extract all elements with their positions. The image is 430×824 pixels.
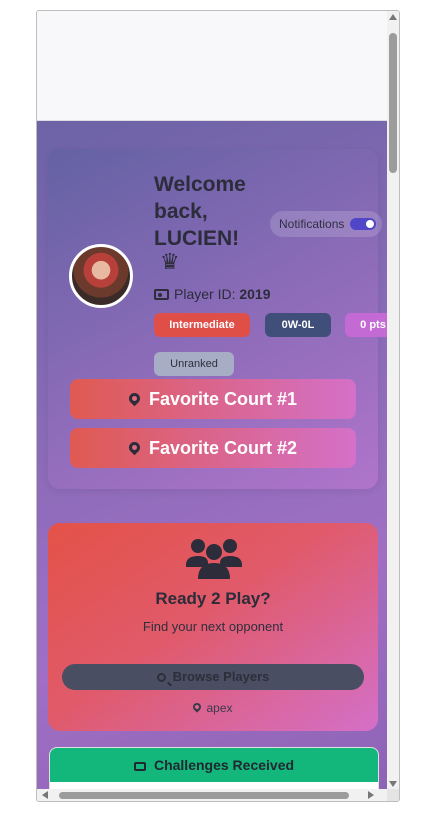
scroll-right-icon[interactable] <box>368 791 374 799</box>
level-badge: Intermediate <box>154 313 250 337</box>
crown-icon: ♛ <box>160 249 180 274</box>
rank-badge: Unranked <box>154 352 234 376</box>
player-id-label: Player ID: <box>174 286 236 302</box>
ready-subtitle: Find your next opponent <box>142 619 284 634</box>
notifications-label: Notifications <box>279 217 345 231</box>
vertical-scroll-thumb[interactable] <box>389 33 397 173</box>
challenges-card: Challenges Received <box>49 747 379 791</box>
map-pin-icon <box>126 390 143 407</box>
points-badge: 0 pts <box>345 313 389 337</box>
ready-title: Ready 2 Play? <box>155 589 271 608</box>
map-pin-icon <box>126 439 143 456</box>
scroll-up-icon[interactable] <box>389 14 397 20</box>
welcome-card: Welcome back, LUCIEN! ♛ Notifications Pl… <box>48 149 389 489</box>
search-icon <box>156 673 166 682</box>
challenges-title: Challenges Received <box>153 757 295 773</box>
users-icon <box>186 539 242 579</box>
player-id: Player ID: 2019 <box>154 286 271 302</box>
challenges-header[interactable]: Challenges Received <box>50 748 378 782</box>
location-label: apex <box>206 701 233 715</box>
scroll-left-icon[interactable] <box>42 791 48 799</box>
vertical-scrollbar[interactable] <box>387 11 399 791</box>
location: apex <box>48 701 378 715</box>
browse-players-label: Browse Players <box>172 669 270 684</box>
browse-players-button[interactable]: Browse Players <box>62 664 364 690</box>
avatar[interactable] <box>69 244 133 308</box>
id-card-icon <box>154 289 169 300</box>
favorite-court-2-label: Favorite Court #2 <box>148 438 298 458</box>
inbox-icon <box>133 762 146 771</box>
horizontal-scroll-thumb[interactable] <box>59 792 349 799</box>
browser-frame: Welcome back, LUCIEN! ♛ Notifications Pl… <box>36 10 400 802</box>
favorite-court-2-button[interactable]: Favorite Court #2 <box>70 428 356 468</box>
horizontal-scrollbar[interactable] <box>37 789 389 801</box>
ready-to-play-card: Ready 2 Play? Find your next opponent Br… <box>48 523 378 731</box>
favorite-court-1-label: Favorite Court #1 <box>148 389 298 409</box>
notifications-toggle-container[interactable]: Notifications <box>270 211 382 237</box>
top-bar <box>37 11 389 121</box>
notifications-toggle[interactable] <box>350 218 376 230</box>
map-pin-icon <box>191 701 204 713</box>
record-badge: 0W-0L <box>265 313 331 337</box>
dashboard-page: Welcome back, LUCIEN! ♛ Notifications Pl… <box>37 121 389 791</box>
scroll-down-icon[interactable] <box>389 781 397 787</box>
favorite-court-1-button[interactable]: Favorite Court #1 <box>70 379 356 419</box>
scrollbar-corner <box>387 789 399 801</box>
toggle-knob <box>366 220 374 228</box>
player-id-value: 2019 <box>239 286 271 302</box>
welcome-title: Welcome back, LUCIEN! <box>154 173 246 250</box>
